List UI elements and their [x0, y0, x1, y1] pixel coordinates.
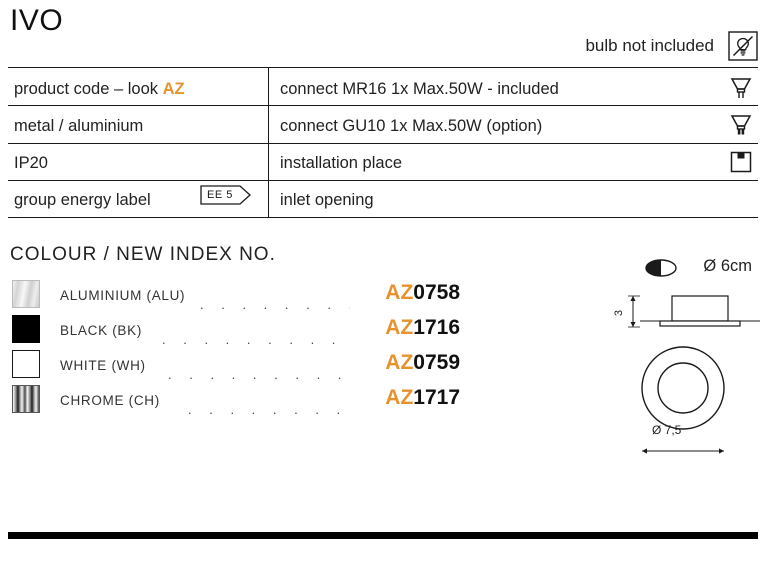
- table-row-installation-place: installation place: [280, 154, 402, 172]
- gu10-lamp-icon: [728, 112, 754, 145]
- footer-bar: [8, 532, 758, 539]
- page-title: IVO: [10, 4, 64, 37]
- product-index-code: AZ0758: [385, 281, 460, 305]
- bulb-not-included-icon: [728, 31, 758, 61]
- page-header: IVO bulb not included: [0, 0, 766, 68]
- table-row-connect-mr16: connect MR16 1x Max.50W - included: [280, 80, 559, 98]
- product-index-code: AZ1717: [385, 386, 460, 410]
- table-rule-bottom: [8, 217, 758, 218]
- table-rule-right-1: [268, 105, 758, 106]
- code-number: 0759: [413, 351, 460, 374]
- white-swatch: [12, 350, 40, 378]
- colour-name: BLACK (BK): [60, 323, 143, 338]
- table-row-material: metal / aluminium: [14, 117, 144, 135]
- colour-name: CHROME (CH): [60, 393, 160, 408]
- colour-section-heading: COLOUR / NEW INDEX NO.: [10, 244, 276, 265]
- table-row-inlet-opening: inlet opening: [280, 191, 374, 209]
- colour-index-list: ALUMINIUM (ALU) . . . . . . . . . . . AZ…: [10, 278, 460, 418]
- product-code-label: product code – look: [14, 80, 163, 98]
- product-index-code: AZ0759: [385, 351, 460, 375]
- colour-name: ALUMINIUM (ALU): [60, 288, 186, 303]
- table-row-energy-label: group energy label: [14, 191, 151, 209]
- code-prefix: AZ: [385, 281, 414, 304]
- table-rule-full-2: [8, 180, 758, 181]
- list-item[interactable]: BLACK (BK) . . . . . . . . . . . . . AZ1…: [10, 313, 460, 348]
- table-row-product-code: product code – look AZ: [14, 80, 185, 99]
- table-row-ip-rating: IP20: [14, 154, 48, 172]
- list-item[interactable]: CHROME (CH) . . . . . . . . . . . . AZ17…: [10, 383, 460, 418]
- inlet-opening-icon: [644, 258, 678, 283]
- top-view-drawing: [641, 346, 725, 454]
- code-number: 0758: [413, 281, 460, 304]
- list-item[interactable]: ALUMINIUM (ALU) . . . . . . . . . . . AZ…: [10, 278, 460, 313]
- energy-label-badge: EE 5: [200, 185, 252, 205]
- table-rule-left-1: [8, 105, 268, 106]
- height-dimension-label: 3: [613, 309, 626, 317]
- colour-name: WHITE (WH): [60, 358, 146, 373]
- bulb-not-included-label: bulb not included: [585, 36, 714, 55]
- black-swatch: [12, 315, 40, 343]
- code-prefix: AZ: [385, 351, 414, 374]
- specification-table: product code – look AZ metal / aluminium…: [8, 68, 758, 277]
- product-code-accent: AZ: [162, 80, 185, 98]
- leader-dots: . . . . . . . . . . .: [200, 297, 350, 309]
- ceiling-mount-icon: [728, 148, 754, 181]
- mr16-lamp-icon: [728, 75, 754, 108]
- code-prefix: AZ: [385, 316, 414, 339]
- table-row-connect-gu10: connect GU10 1x Max.50W (option): [280, 117, 543, 135]
- code-number: 1716: [413, 316, 460, 339]
- aluminium-swatch: [12, 280, 40, 308]
- leader-dots: . . . . . . . . . . . . .: [168, 367, 350, 379]
- leader-dots: . . . . . . . . . . . . .: [162, 332, 350, 344]
- energy-label-text: EE 5: [207, 189, 233, 201]
- code-number: 1717: [413, 386, 460, 409]
- list-item[interactable]: WHITE (WH) . . . . . . . . . . . . . AZ0…: [10, 348, 460, 383]
- product-index-code: AZ1716: [385, 316, 460, 340]
- diameter-dimension-label: Ø 7,5: [652, 423, 682, 437]
- technical-drawings: 3 Ø 7,5: [600, 285, 766, 460]
- leader-dots: . . . . . . . . . . . .: [188, 402, 350, 414]
- table-rule-full-1: [8, 143, 758, 144]
- code-prefix: AZ: [385, 386, 414, 409]
- inlet-opening-value: Ø 6cm: [703, 257, 752, 275]
- chrome-swatch: [12, 385, 40, 413]
